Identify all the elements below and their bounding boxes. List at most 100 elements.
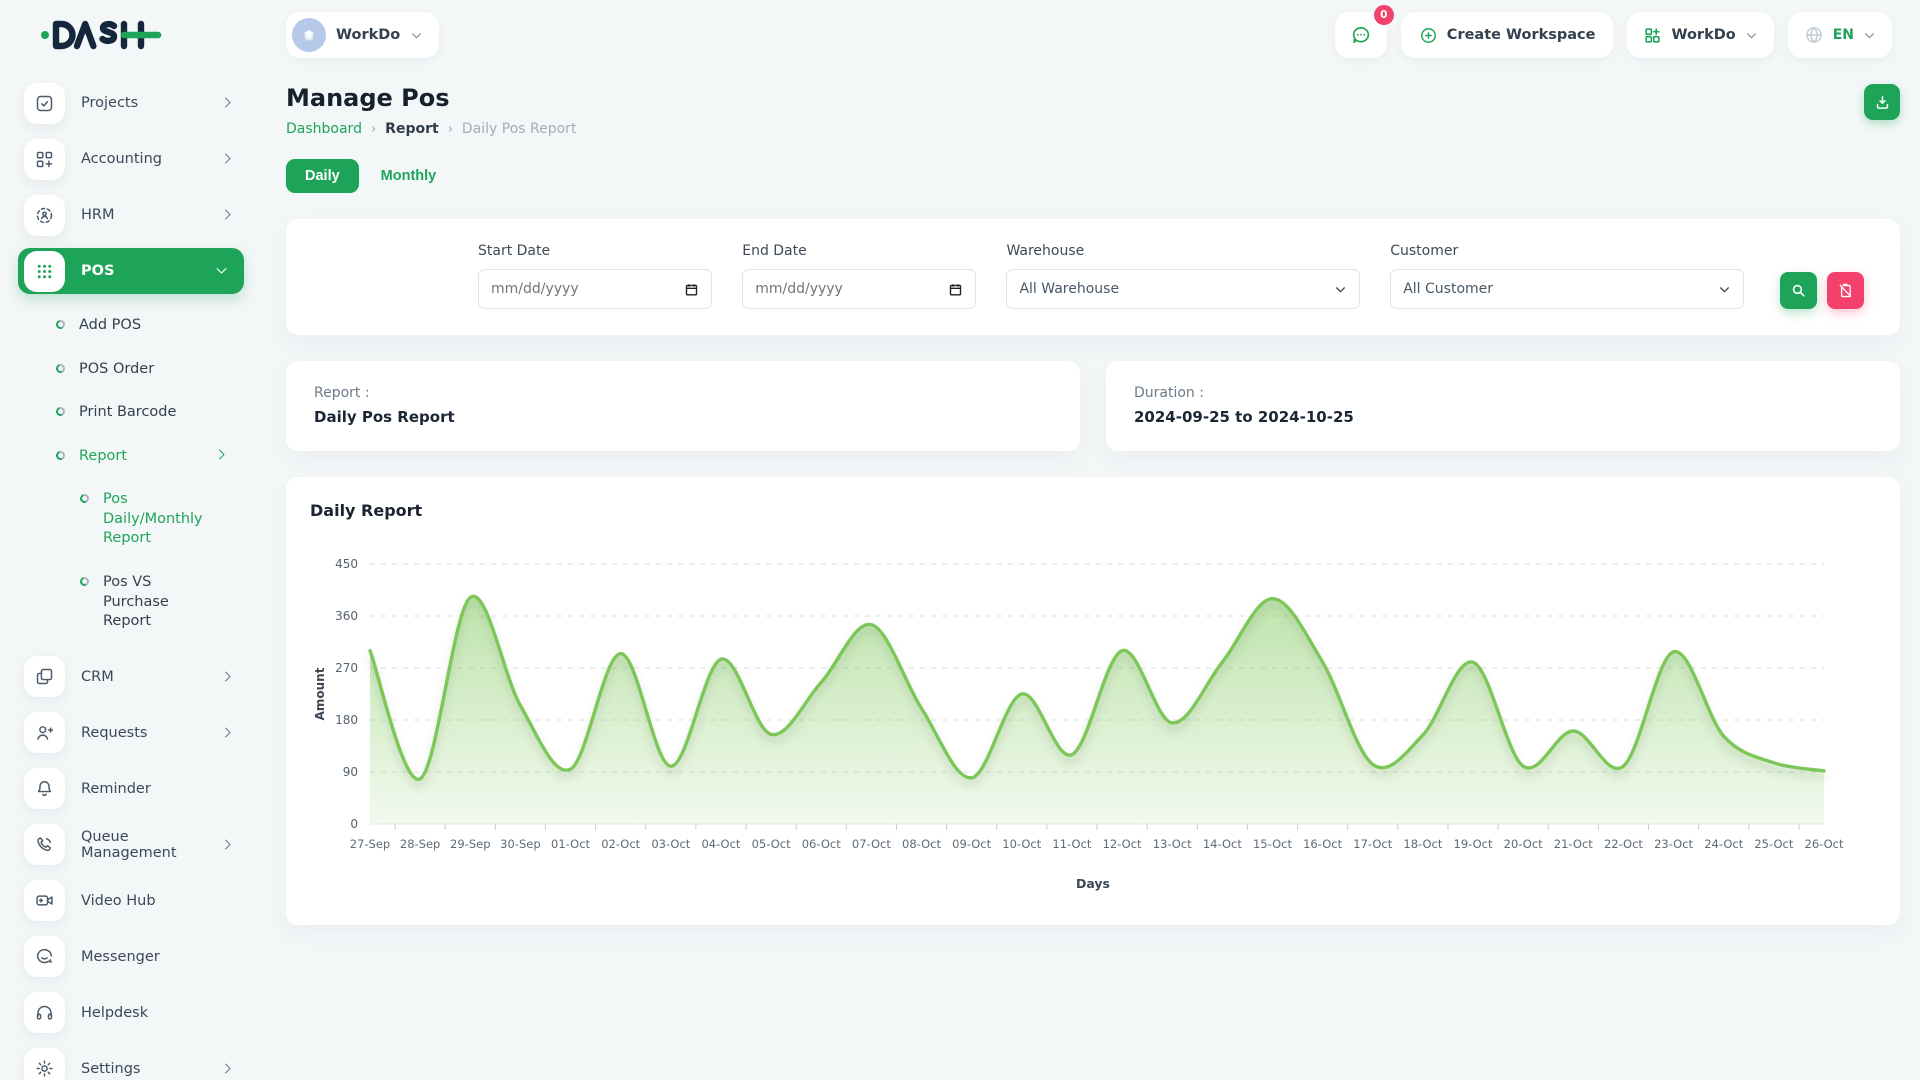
sidebar-icon-box <box>24 880 65 921</box>
svg-text:02-Oct: 02-Oct <box>601 837 640 851</box>
chevron-down-icon <box>214 263 230 279</box>
sidebar-item-helpdesk[interactable]: Helpdesk <box>18 990 260 1036</box>
bell-icon <box>34 778 55 799</box>
report-label: Report : <box>314 385 1052 401</box>
tab-monthly[interactable]: Monthly <box>381 168 437 184</box>
sidebar-item-accounting[interactable]: Accounting <box>18 136 260 182</box>
sidebar-item-queue-management[interactable]: Queue Management <box>18 822 260 868</box>
sidebar-item-reminder[interactable]: Reminder <box>18 766 260 812</box>
submenu-item-pos-order[interactable]: POS Order <box>18 348 260 392</box>
start-date-label: Start Date <box>478 243 712 259</box>
submenu-item-pos-daily-monthly-report[interactable]: Pos Daily/Monthly Report <box>18 478 260 561</box>
chevron-right-icon <box>220 207 235 222</box>
customer-select[interactable]: All Customer <box>1390 269 1744 309</box>
customer-field: Customer All Customer <box>1390 243 1744 309</box>
svg-text:Amount: Amount <box>313 667 327 720</box>
brand-logo[interactable] <box>18 0 260 70</box>
chevron-right-icon <box>214 447 229 462</box>
svg-text:04-Oct: 04-Oct <box>701 837 740 851</box>
task-check-icon <box>34 93 55 114</box>
report-summary-card: Report : Daily Pos Report <box>286 361 1080 451</box>
download-button[interactable] <box>1864 84 1900 120</box>
svg-text:13-Oct: 13-Oct <box>1153 837 1192 851</box>
app-root: Projects Accounting HRM POS Add POSPOS Order… <box>0 0 1920 1080</box>
sidebar-item-settings[interactable]: Settings <box>18 1046 260 1080</box>
submenu-item-add-pos[interactable]: Add POS <box>18 304 260 348</box>
breadcrumb: Dashboard›Report›Daily Pos Report <box>286 121 576 137</box>
workspace-selector[interactable]: WorkDo <box>286 12 439 58</box>
sidebar-icon-box <box>24 1048 65 1080</box>
svg-text:23-Oct: 23-Oct <box>1654 837 1693 851</box>
end-date-input[interactable] <box>742 269 976 309</box>
language-selector[interactable]: EN <box>1788 12 1892 58</box>
warehouse-label: Warehouse <box>1006 243 1360 259</box>
chevron-down-icon <box>214 263 229 278</box>
headphones-icon <box>34 1002 55 1023</box>
submenu-item-print-barcode[interactable]: Print Barcode <box>18 391 260 435</box>
submenu-item-pos-vs-purchase-report[interactable]: Pos VS Purchase Report <box>18 561 260 644</box>
sidebar-item-pos[interactable]: POS <box>18 248 244 294</box>
sidebar: Projects Accounting HRM POS Add POSPOS Order… <box>0 0 260 1080</box>
submenu-item-label: Pos Daily/Monthly Report <box>103 490 260 549</box>
calendar-icon[interactable] <box>684 282 699 297</box>
tab-daily[interactable]: Daily <box>286 159 359 193</box>
search-button[interactable] <box>1780 272 1817 309</box>
sidebar-item-label: Projects <box>81 95 220 111</box>
focus-user-icon <box>34 205 55 226</box>
gear-icon <box>34 1058 55 1079</box>
bullet-icon <box>55 406 67 418</box>
chevron-down-icon <box>1718 283 1731 296</box>
warehouse-select[interactable]: All Warehouse <box>1006 269 1360 309</box>
sidebar-item-label: CRM <box>81 669 220 685</box>
start-date-field: Start Date <box>478 243 712 309</box>
create-workspace-button[interactable]: Create Workspace <box>1401 12 1614 58</box>
sidebar-item-video-hub[interactable]: Video Hub <box>18 878 260 924</box>
duration-summary-card: Duration : 2024-09-25 to 2024-10-25 <box>1106 361 1900 451</box>
end-date-label: End Date <box>742 243 976 259</box>
clear-filter-icon <box>1837 282 1854 299</box>
workspace-switcher-label: WorkDo <box>1671 27 1735 43</box>
breadcrumb-item-report[interactable]: Report <box>385 121 439 137</box>
sidebar-icon-box <box>24 824 65 865</box>
messages-button[interactable]: 0 <box>1335 12 1387 58</box>
svg-text:05-Oct: 05-Oct <box>752 837 791 851</box>
end-date-text[interactable] <box>755 281 948 297</box>
filter-actions <box>1780 272 1864 309</box>
svg-text:450: 450 <box>335 557 358 571</box>
start-date-text[interactable] <box>491 281 684 297</box>
end-date-field: End Date <box>742 243 976 309</box>
duration-label: Duration : <box>1134 385 1872 401</box>
svg-text:07-Oct: 07-Oct <box>852 837 891 851</box>
start-date-input[interactable] <box>478 269 712 309</box>
submenu-item-report[interactable]: Report <box>18 435 260 479</box>
sidebar-item-hrm[interactable]: HRM <box>18 192 260 238</box>
building-icon <box>300 26 318 44</box>
sidebar-item-crm[interactable]: CRM <box>18 654 260 700</box>
daily-report-card: Daily Report 090180270360450Amount27-Sep… <box>286 477 1900 925</box>
sidebar-icon-box <box>24 992 65 1033</box>
chevron-right-icon <box>220 1061 236 1077</box>
plus-circle-icon <box>1419 26 1438 45</box>
bullet-icon <box>55 319 67 331</box>
reset-button[interactable] <box>1827 272 1864 309</box>
filter-card: Start Date End Date Warehouse All Wareho… <box>286 219 1900 335</box>
breadcrumb-item-dashboard[interactable]: Dashboard <box>286 121 362 137</box>
submenu-item-label: Print Barcode <box>79 403 260 423</box>
svg-text:03-Oct: 03-Oct <box>651 837 690 851</box>
sidebar-item-projects[interactable]: Projects <box>18 80 260 126</box>
breadcrumb-separator: › <box>371 122 376 137</box>
chevron-right-icon <box>220 725 236 741</box>
chat-dots-icon <box>1350 24 1372 46</box>
workspace-switcher[interactable]: WorkDo <box>1627 12 1773 58</box>
svg-text:10-Oct: 10-Oct <box>1002 837 1041 851</box>
sidebar-item-messenger[interactable]: Messenger <box>18 934 260 980</box>
sidebar-item-requests[interactable]: Requests <box>18 710 260 756</box>
pos-submenu: Add POSPOS Order Print Barcode Report Pos D… <box>18 304 260 644</box>
sidebar-icon-box <box>24 656 65 697</box>
svg-text:29-Sep: 29-Sep <box>450 837 490 851</box>
calendar-icon[interactable] <box>948 282 963 297</box>
cards-icon <box>34 666 55 687</box>
chevron-right-icon <box>220 151 235 166</box>
svg-text:22-Oct: 22-Oct <box>1604 837 1643 851</box>
svg-text:28-Sep: 28-Sep <box>400 837 440 851</box>
